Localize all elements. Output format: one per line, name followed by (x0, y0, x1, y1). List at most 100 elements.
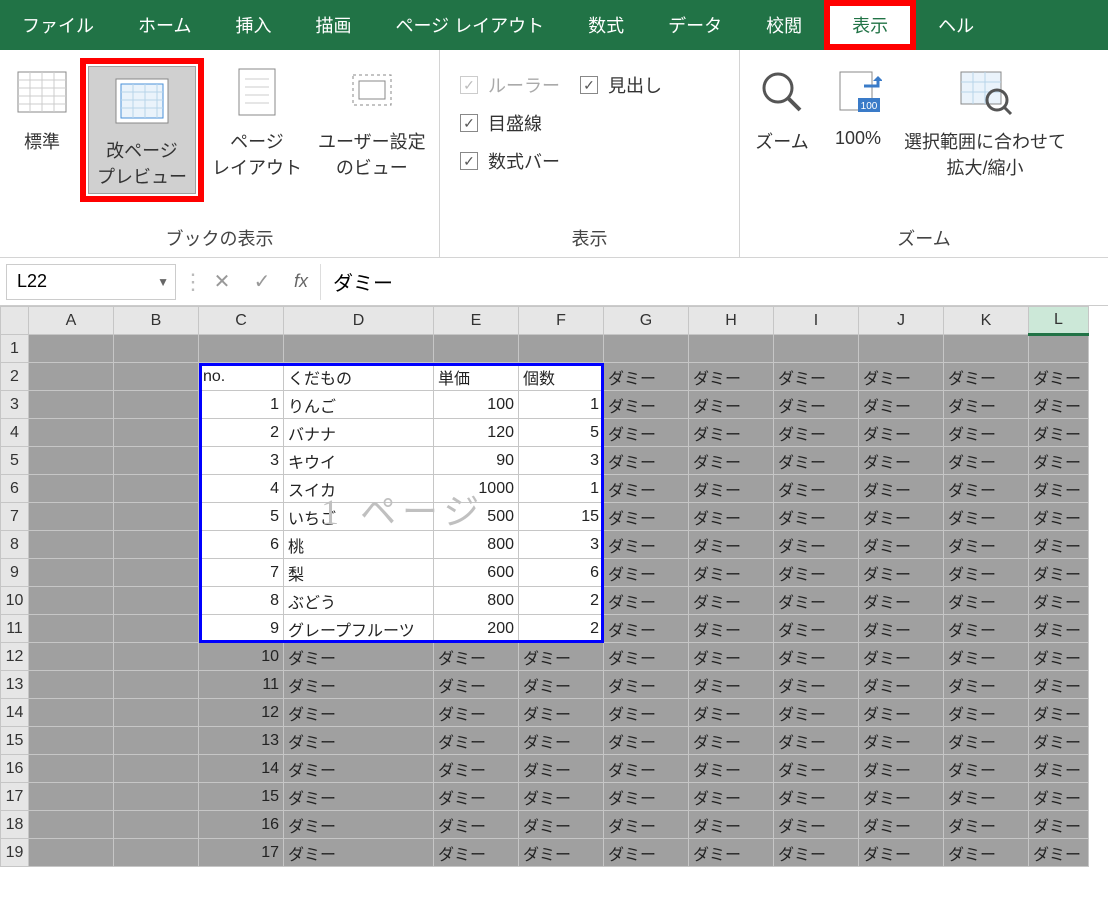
cell-B1[interactable] (114, 335, 199, 363)
cell-B19[interactable] (114, 839, 199, 867)
chevron-down-icon[interactable]: ▼ (157, 275, 169, 289)
cell-L9[interactable]: ダミー (1029, 559, 1089, 587)
cell-F13[interactable]: ダミー (519, 671, 604, 699)
cell-J18[interactable]: ダミー (859, 811, 944, 839)
cell-A8[interactable] (29, 531, 114, 559)
cell-F14[interactable]: ダミー (519, 699, 604, 727)
cell-H19[interactable]: ダミー (689, 839, 774, 867)
cell-G9[interactable]: ダミー (604, 559, 689, 587)
cell-A10[interactable] (29, 587, 114, 615)
cell-J10[interactable]: ダミー (859, 587, 944, 615)
cell-H17[interactable]: ダミー (689, 783, 774, 811)
cell-K12[interactable]: ダミー (944, 643, 1029, 671)
cell-A5[interactable] (29, 447, 114, 475)
cell-A16[interactable] (29, 755, 114, 783)
row-header-12[interactable]: 12 (1, 643, 29, 671)
cell-A7[interactable] (29, 503, 114, 531)
column-header-I[interactable]: I (774, 307, 859, 335)
cell-I15[interactable]: ダミー (774, 727, 859, 755)
cell-K3[interactable]: ダミー (944, 391, 1029, 419)
cell-H16[interactable]: ダミー (689, 755, 774, 783)
cell-H6[interactable]: ダミー (689, 475, 774, 503)
tab-draw[interactable]: 描画 (293, 0, 373, 50)
cell-F7[interactable]: 15 (519, 503, 604, 531)
cell-K15[interactable]: ダミー (944, 727, 1029, 755)
cell-D7[interactable]: いちご (284, 503, 434, 531)
cell-D12[interactable]: ダミー (284, 643, 434, 671)
cell-K17[interactable]: ダミー (944, 783, 1029, 811)
cell-I2[interactable]: ダミー (774, 363, 859, 391)
cell-L5[interactable]: ダミー (1029, 447, 1089, 475)
cell-G6[interactable]: ダミー (604, 475, 689, 503)
cell-D9[interactable]: 梨 (284, 559, 434, 587)
cell-D4[interactable]: バナナ (284, 419, 434, 447)
cell-B9[interactable] (114, 559, 199, 587)
row-header-8[interactable]: 8 (1, 531, 29, 559)
cell-B2[interactable] (114, 363, 199, 391)
cell-E15[interactable]: ダミー (434, 727, 519, 755)
cell-L17[interactable]: ダミー (1029, 783, 1089, 811)
column-header-A[interactable]: A (29, 307, 114, 335)
gridlines-checkbox[interactable]: ✓ 目盛線 (450, 104, 552, 142)
cell-D6[interactable]: スイカ (284, 475, 434, 503)
cell-D13[interactable]: ダミー (284, 671, 434, 699)
cell-C18[interactable]: 16 (199, 811, 284, 839)
tab-page-layout[interactable]: ページ レイアウト (373, 0, 566, 50)
cell-I6[interactable]: ダミー (774, 475, 859, 503)
row-header-2[interactable]: 2 (1, 363, 29, 391)
cell-F3[interactable]: 1 (519, 391, 604, 419)
cell-H4[interactable]: ダミー (689, 419, 774, 447)
cell-D19[interactable]: ダミー (284, 839, 434, 867)
cell-D11[interactable]: グレープフルーツ (284, 615, 434, 643)
row-header-3[interactable]: 3 (1, 391, 29, 419)
cell-H8[interactable]: ダミー (689, 531, 774, 559)
cell-K14[interactable]: ダミー (944, 699, 1029, 727)
cell-I4[interactable]: ダミー (774, 419, 859, 447)
column-header-F[interactable]: F (519, 307, 604, 335)
cell-H3[interactable]: ダミー (689, 391, 774, 419)
cell-B5[interactable] (114, 447, 199, 475)
cell-G16[interactable]: ダミー (604, 755, 689, 783)
cell-G2[interactable]: ダミー (604, 363, 689, 391)
cell-E10[interactable]: 800 (434, 587, 519, 615)
name-box[interactable]: L22 ▼ (6, 264, 176, 300)
cell-I12[interactable]: ダミー (774, 643, 859, 671)
cell-A1[interactable] (29, 335, 114, 363)
cell-K5[interactable]: ダミー (944, 447, 1029, 475)
cell-J4[interactable]: ダミー (859, 419, 944, 447)
cell-I7[interactable]: ダミー (774, 503, 859, 531)
cell-E4[interactable]: 120 (434, 419, 519, 447)
cell-L7[interactable]: ダミー (1029, 503, 1089, 531)
cell-B15[interactable] (114, 727, 199, 755)
cell-A18[interactable] (29, 811, 114, 839)
cell-K4[interactable]: ダミー (944, 419, 1029, 447)
cell-J15[interactable]: ダミー (859, 727, 944, 755)
cell-L6[interactable]: ダミー (1029, 475, 1089, 503)
headings-checkbox[interactable]: ✓ 見出し (570, 66, 672, 104)
select-all-corner[interactable] (1, 307, 29, 335)
cell-K19[interactable]: ダミー (944, 839, 1029, 867)
cell-C1[interactable] (199, 335, 284, 363)
cell-G1[interactable] (604, 335, 689, 363)
cell-E19[interactable]: ダミー (434, 839, 519, 867)
cell-C10[interactable]: 8 (199, 587, 284, 615)
cell-D15[interactable]: ダミー (284, 727, 434, 755)
cell-C11[interactable]: 9 (199, 615, 284, 643)
cell-B4[interactable] (114, 419, 199, 447)
cell-I3[interactable]: ダミー (774, 391, 859, 419)
cell-B18[interactable] (114, 811, 199, 839)
cell-C3[interactable]: 1 (199, 391, 284, 419)
cell-I10[interactable]: ダミー (774, 587, 859, 615)
cell-J1[interactable] (859, 335, 944, 363)
column-header-H[interactable]: H (689, 307, 774, 335)
cell-C8[interactable]: 6 (199, 531, 284, 559)
cell-L15[interactable]: ダミー (1029, 727, 1089, 755)
cell-E16[interactable]: ダミー (434, 755, 519, 783)
row-header-16[interactable]: 16 (1, 755, 29, 783)
cell-I18[interactable]: ダミー (774, 811, 859, 839)
tab-help[interactable]: ヘル (916, 0, 996, 50)
cell-E9[interactable]: 600 (434, 559, 519, 587)
cell-H1[interactable] (689, 335, 774, 363)
page-break-preview-button[interactable]: 改ページ プレビュー (88, 66, 196, 194)
cell-J2[interactable]: ダミー (859, 363, 944, 391)
